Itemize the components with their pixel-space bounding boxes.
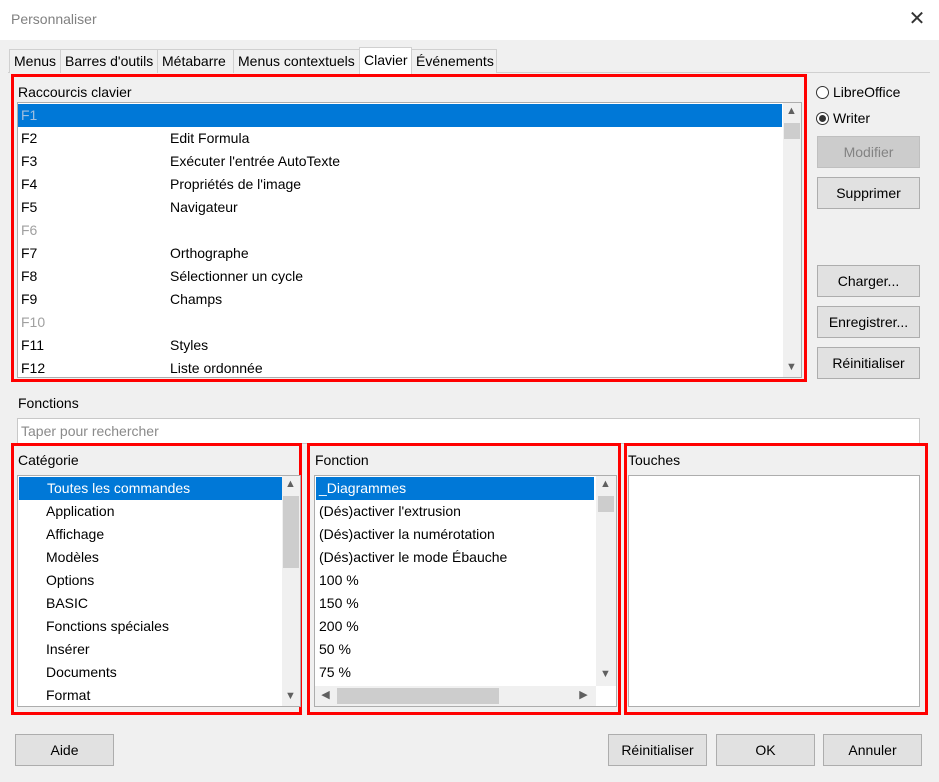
function-hscrollbar[interactable]: ◀ ▶ [315, 686, 596, 706]
shortcuts-label: Raccourcis clavier [18, 84, 132, 100]
tab-keyboard[interactable]: Clavier [359, 47, 412, 74]
keys-list[interactable] [628, 475, 920, 707]
list-item[interactable]: _Diagrammes [316, 477, 594, 500]
keys-label: Touches [628, 452, 681, 468]
scroll-thumb[interactable] [784, 123, 800, 139]
ok-button[interactable]: OK [716, 734, 815, 766]
reset-button[interactable]: Réinitialiser [608, 734, 707, 766]
help-button[interactable]: Aide [15, 734, 114, 766]
chevron-up-icon[interactable]: ▲ [597, 476, 614, 493]
radio-writer[interactable] [816, 112, 829, 125]
chevron-left-icon[interactable]: ◀ [317, 687, 334, 704]
list-item[interactable]: Toutes les commandes [19, 477, 282, 500]
chevron-up-icon[interactable]: ▲ [282, 476, 299, 493]
radio-libreoffice-label[interactable]: LibreOffice [833, 84, 900, 100]
delete-button[interactable]: Supprimer [817, 177, 920, 209]
title-bar [0, 0, 939, 40]
chevron-down-icon[interactable]: ▼ [282, 688, 299, 705]
category-list[interactable]: Toutes les commandes Application Afficha… [17, 475, 301, 707]
load-button[interactable]: Charger... [817, 265, 920, 297]
tab-context-menus[interactable]: Menus contextuels [233, 49, 360, 73]
shortcuts-list[interactable]: F1 F2 Edit Formula F3 Exécuter l'entrée … [17, 102, 802, 378]
search-input[interactable]: Taper pour rechercher [17, 418, 920, 444]
tab-metabar[interactable]: Métabarre [157, 49, 234, 73]
radio-libreoffice[interactable] [816, 86, 829, 99]
category-label: Catégorie [18, 452, 79, 468]
scroll-thumb[interactable] [337, 688, 499, 704]
chevron-down-icon[interactable]: ▼ [783, 359, 800, 376]
scroll-thumb[interactable] [283, 496, 299, 568]
category-scrollbar[interactable]: ▲ ▼ [282, 476, 300, 706]
close-icon[interactable]: ✕ [906, 8, 928, 30]
reset-side-button[interactable]: Réinitialiser [817, 347, 920, 379]
tab-events[interactable]: Événements [411, 49, 497, 73]
scroll-thumb[interactable] [598, 496, 614, 512]
function-vscrollbar[interactable]: ▲ ▼ [596, 476, 616, 686]
function-list[interactable]: _Diagrammes (Dés)activer l'extrusion (Dé… [314, 475, 617, 707]
tab-menus[interactable]: Menus [9, 49, 61, 73]
save-button[interactable]: Enregistrer... [817, 306, 920, 338]
chevron-up-icon[interactable]: ▲ [783, 103, 800, 120]
cancel-button[interactable]: Annuler [823, 734, 922, 766]
chevron-right-icon[interactable]: ▶ [575, 687, 592, 704]
tab-toolbars[interactable]: Barres d'outils [60, 49, 158, 73]
shortcut-row-f1[interactable]: F1 [18, 104, 782, 127]
window-title: Personnaliser [11, 11, 97, 27]
radio-writer-label[interactable]: Writer [833, 110, 870, 126]
chevron-down-icon[interactable]: ▼ [597, 666, 614, 683]
functions-label: Fonctions [18, 395, 79, 411]
function-label: Fonction [315, 452, 369, 468]
modify-button[interactable]: Modifier [817, 136, 920, 168]
shortcuts-scrollbar[interactable]: ▲ ▼ [783, 103, 801, 377]
